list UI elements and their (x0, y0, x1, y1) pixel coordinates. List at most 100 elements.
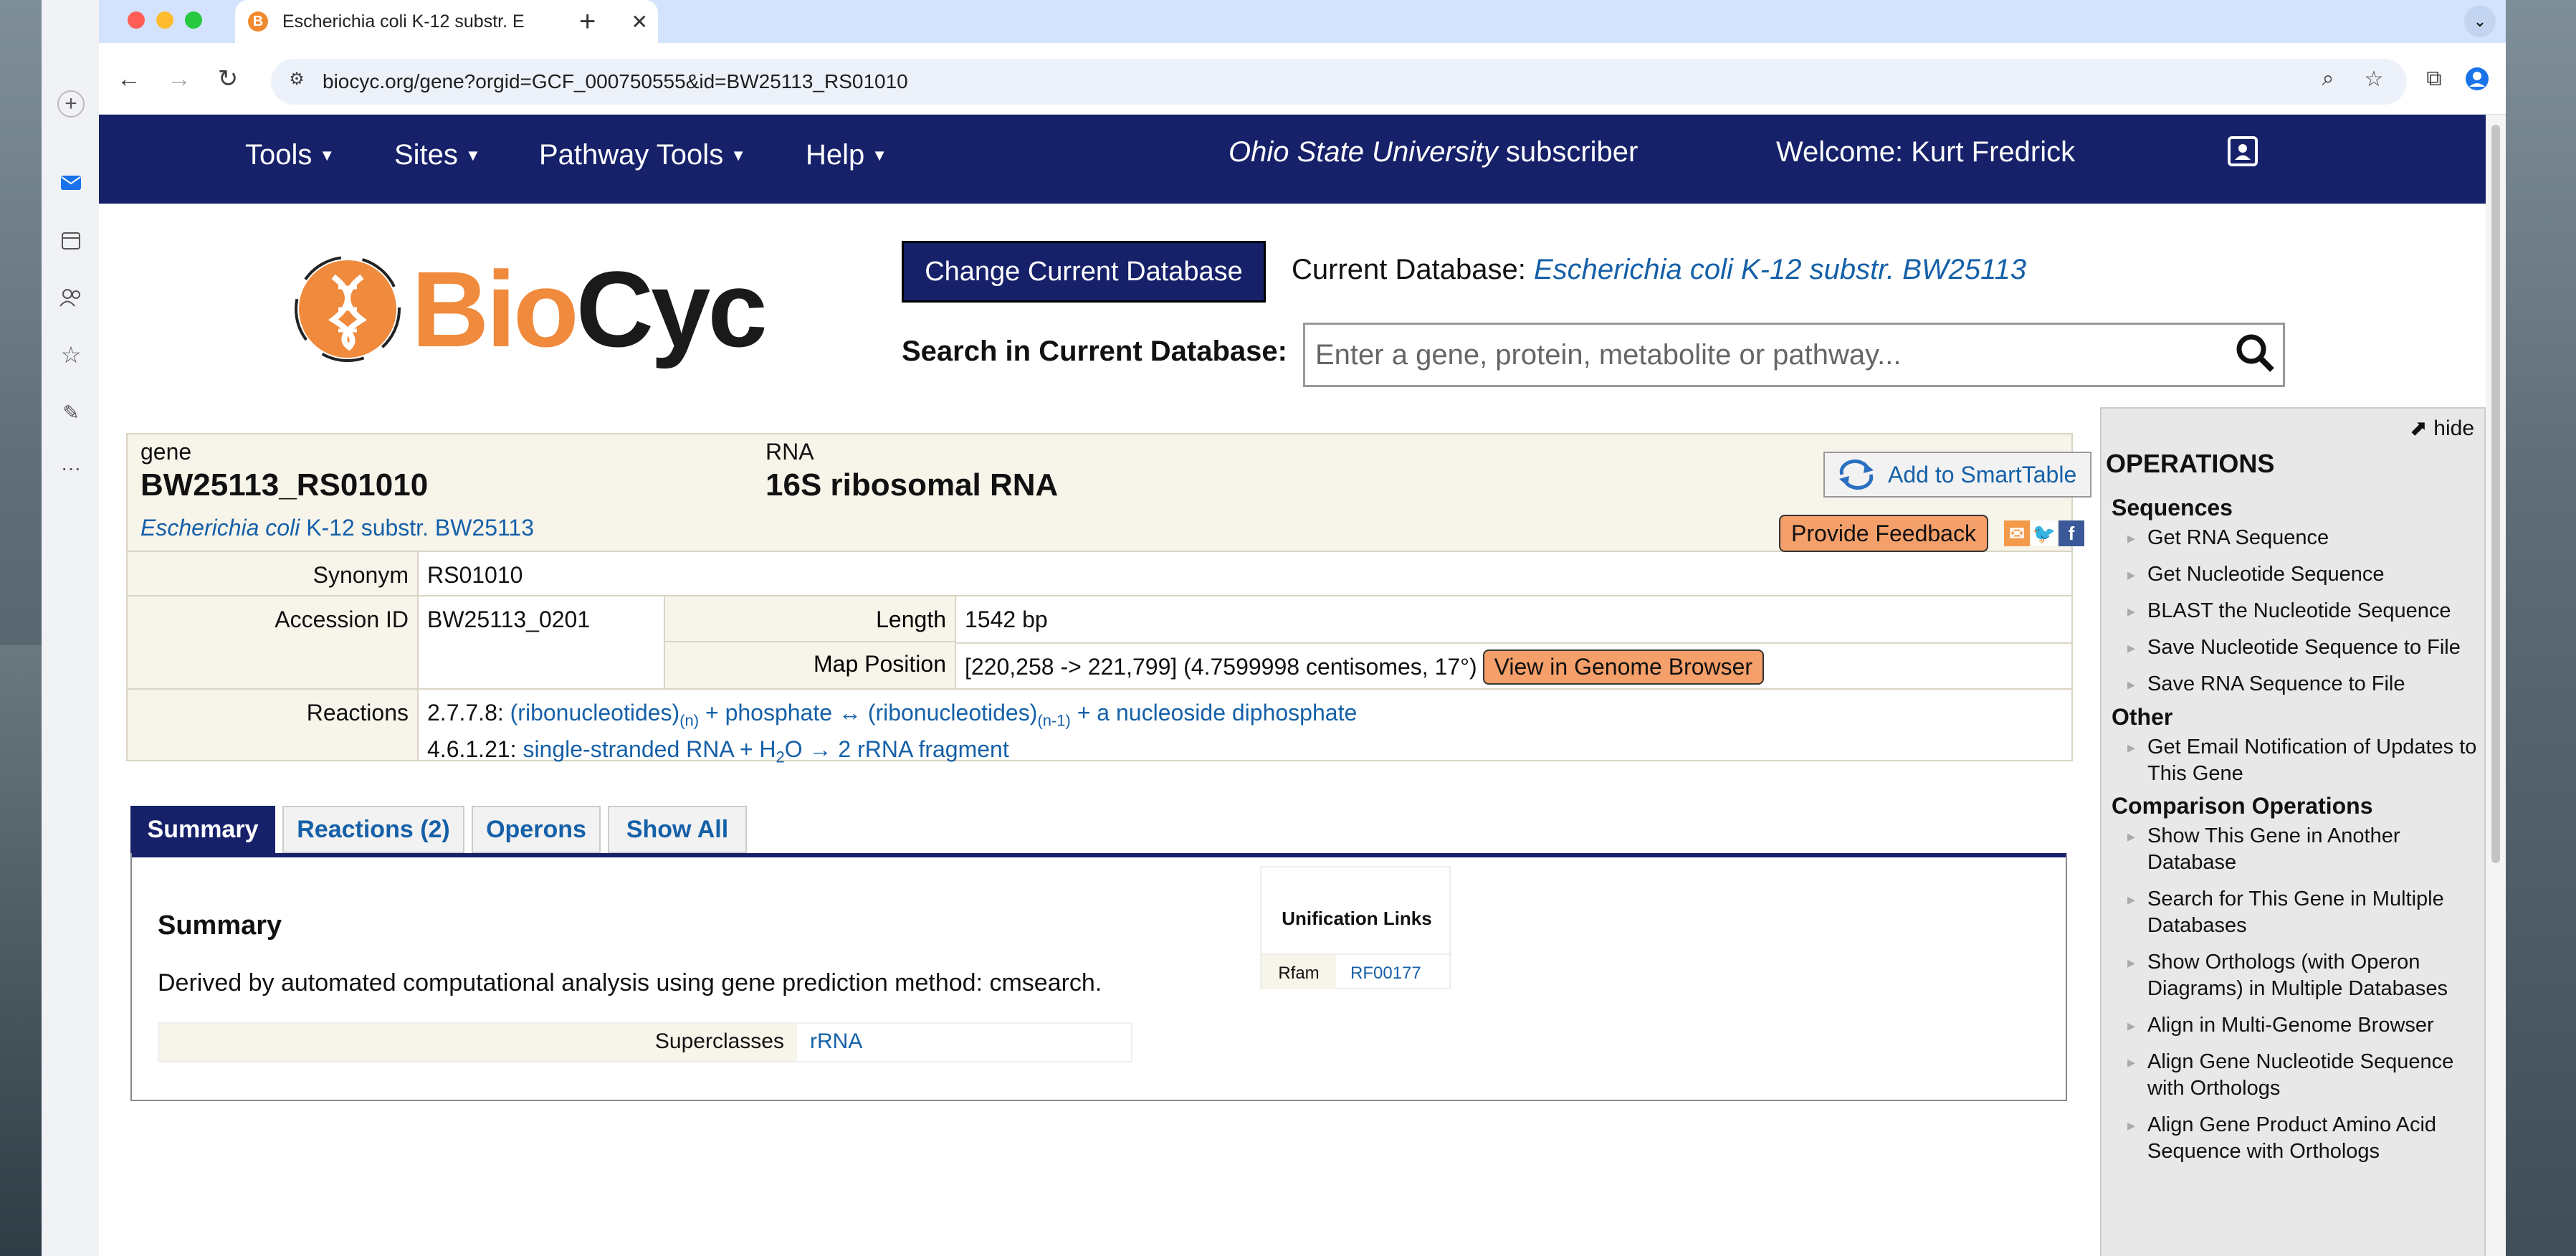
summary-heading: Summary (158, 910, 282, 941)
op-align-amino-acid-orthologs[interactable]: Align Gene Product Amino Acid Sequence w… (2127, 1112, 2484, 1165)
organism-genus-species: Escherichia coli (140, 515, 300, 541)
address-bar[interactable]: biocyc.org/gene?orgid=GCF_000750555&id=B… (271, 59, 2407, 105)
tab-show-all[interactable]: Show All (608, 806, 747, 853)
tab-search-icon[interactable]: ⌄ (2464, 6, 2496, 37)
reaction-1-part-a: (ribonucleotides) (510, 700, 680, 725)
close-tab-icon[interactable]: ✕ (631, 10, 648, 34)
back-icon[interactable]: ← (112, 62, 146, 96)
menu-sites-label: Sites (394, 139, 458, 171)
divider (956, 642, 2071, 644)
biocyc-logo[interactable]: BioCyc (294, 255, 768, 363)
op-align-nucleotide-orthologs[interactable]: Align Gene Nucleotide Sequence with Orth… (2127, 1049, 2484, 1102)
menu-help[interactable]: Help ▼ (806, 139, 887, 171)
organism-link[interactable]: Escherichia coli K-12 substr. BW25113 (140, 515, 534, 541)
smarttable-label: Add to SmartTable (1888, 461, 2077, 487)
menu-pathway-tools-label: Pathway Tools (539, 139, 724, 171)
view-in-genome-browser-button[interactable]: View in Genome Browser (1482, 650, 1765, 685)
user-account-icon[interactable] (2228, 136, 2258, 166)
reaction-1: 2.7.7.8: (ribonucleotides)(n) + phosphat… (427, 698, 1357, 735)
minimize-window-button[interactable] (156, 11, 173, 29)
op-blast-nucleotide-sequence[interactable]: BLAST the Nucleotide Sequence (2127, 598, 2484, 624)
unification-links-box: Unification Links Rfam RF00177 (1260, 866, 1452, 989)
biocyc-wordmark: BioCyc (411, 255, 768, 363)
op-search-gene-multiple-db[interactable]: Search for This Gene in Multiple Databas… (2127, 886, 2484, 939)
op-align-multi-genome[interactable]: Align in Multi-Genome Browser (2127, 1012, 2484, 1039)
facebook-share-icon[interactable]: f (2059, 520, 2084, 546)
operations-sidebar: ⬈ hide OPERATIONS Sequences Get RNA Sequ… (2100, 407, 2486, 1256)
email-share-icon[interactable]: ✉ (2004, 520, 2030, 546)
biocyc-dna-icon (295, 256, 401, 362)
menu-help-label: Help (806, 139, 865, 171)
change-database-button[interactable]: Change Current Database (902, 241, 1266, 303)
forward-icon[interactable]: → (162, 62, 196, 96)
op-email-notification[interactable]: Get Email Notification of Updates to Thi… (2127, 734, 2484, 787)
extensions-icon[interactable]: ⧉ (2417, 62, 2451, 96)
caret-down-icon: ▼ (319, 146, 335, 164)
welcome-text: Welcome: Kurt Fredrick (1776, 136, 2076, 168)
caret-down-icon: ▼ (464, 146, 481, 164)
synonym-value: RS01010 (427, 562, 523, 588)
hide-operations-button[interactable]: ⬈ hide (2410, 416, 2474, 441)
map-position-label: Map Position (664, 642, 956, 688)
tab-reactions[interactable]: Reactions (2) (282, 806, 464, 853)
search-input[interactable]: Enter a gene, protein, metabolite or pat… (1303, 323, 2285, 387)
reaction-2-part-a: single-stranded RNA + H (523, 736, 776, 763)
reaction-1-part-c: + a nucleoside diphosphate (1070, 700, 1358, 725)
twitter-share-icon[interactable]: 🐦 (2031, 520, 2057, 546)
op-save-rna-sequence[interactable]: Save RNA Sequence to File (2127, 671, 2484, 698)
profile-icon[interactable] (2460, 62, 2494, 96)
add-icon[interactable]: + (57, 90, 85, 118)
logo-cyc: Cyc (576, 249, 768, 369)
product-type-label: RNA (765, 439, 814, 465)
reaction-1-ec: 2.7.7.8: (427, 700, 504, 725)
bookmark-star-icon[interactable]: ☆ (2357, 62, 2391, 96)
hide-label: hide (2433, 417, 2474, 440)
biocyc-favicon-icon: B (248, 11, 268, 32)
current-database-link[interactable]: Escherichia coli K-12 substr. BW25113 (1534, 254, 2026, 285)
mail-icon[interactable] (57, 169, 85, 196)
reload-icon[interactable]: ↻ (211, 62, 245, 96)
rfam-link[interactable]: RF00177 (1350, 964, 1421, 984)
add-to-smarttable-button[interactable]: Add to SmartTable (1823, 452, 2091, 498)
scrollbar-thumb[interactable] (2491, 125, 2500, 863)
arrow-up-right-icon: ⬈ (2409, 417, 2428, 440)
accession-row: Accession ID BW25113_0201 Length 1542 bp… (126, 596, 2073, 690)
close-window-button[interactable] (128, 11, 145, 29)
reaction-1-link[interactable]: (ribonucleotides)(n) + phosphate ↔ (ribo… (510, 700, 1358, 729)
search-icon[interactable] (2233, 331, 2276, 374)
menu-sites[interactable]: Sites ▼ (394, 139, 481, 171)
new-tab-icon[interactable]: + (579, 6, 596, 38)
more-icon[interactable]: ··· (57, 455, 85, 482)
tab-summary[interactable]: Summary (130, 806, 275, 853)
people-icon[interactable] (57, 284, 85, 311)
op-get-rna-sequence[interactable]: Get RNA Sequence (2127, 525, 2484, 551)
op-get-nucleotide-sequence[interactable]: Get Nucleotide Sequence (2127, 561, 2484, 588)
tab-operons[interactable]: Operons (472, 806, 601, 853)
op-show-gene-another-db[interactable]: Show This Gene in Another Database (2127, 823, 2484, 876)
superclasses-row: Superclasses rRNA (158, 1022, 1132, 1062)
calendar-icon[interactable] (57, 227, 85, 254)
tools-icon[interactable]: ✎ (57, 399, 85, 426)
gene-id: BW25113_RS01010 (140, 467, 429, 503)
browser-toolbar: ← → ↻ biocyc.org/gene?orgid=GCF_00075055… (99, 43, 2506, 115)
reaction-2-link[interactable]: single-stranded RNA + H2O → 2 rRNA fragm… (523, 736, 1008, 766)
length-value: 1542 bp (965, 606, 1048, 632)
menu-pathway-tools[interactable]: Pathway Tools ▼ (539, 139, 746, 171)
page-scrollbar[interactable] (2486, 115, 2506, 1256)
zoom-icon[interactable]: ⌕ (2311, 62, 2345, 96)
reactions-label: Reactions (128, 690, 419, 760)
op-show-orthologs[interactable]: Show Orthologs (with Operon Diagrams) in… (2127, 949, 2484, 1002)
site-info-icon[interactable]: ⚙ (280, 62, 314, 96)
biocyc-page: Tools ▼ Sites ▼ Pathway Tools ▼ Help ▼ Ohio … (99, 115, 2486, 1256)
menu-tools[interactable]: Tools ▼ (245, 139, 335, 171)
reactions-list: 2.7.7.8: (ribonucleotides)(n) + phosphat… (427, 698, 1357, 772)
op-save-nucleotide-sequence[interactable]: Save Nucleotide Sequence to File (2127, 634, 2484, 661)
star-icon[interactable]: ☆ (57, 341, 85, 368)
provide-feedback-button[interactable]: Provide Feedback (1779, 515, 1988, 552)
rfam-label: Rfam (1261, 955, 1336, 989)
organism-strain: K-12 substr. BW25113 (300, 515, 534, 541)
summary-panel: Summary Derived by automated computation… (130, 853, 2067, 1101)
superclasses-link[interactable]: rRNA (810, 1029, 862, 1054)
operations-title: OPERATIONS (2106, 449, 2275, 478)
maximize-window-button[interactable] (185, 11, 202, 29)
